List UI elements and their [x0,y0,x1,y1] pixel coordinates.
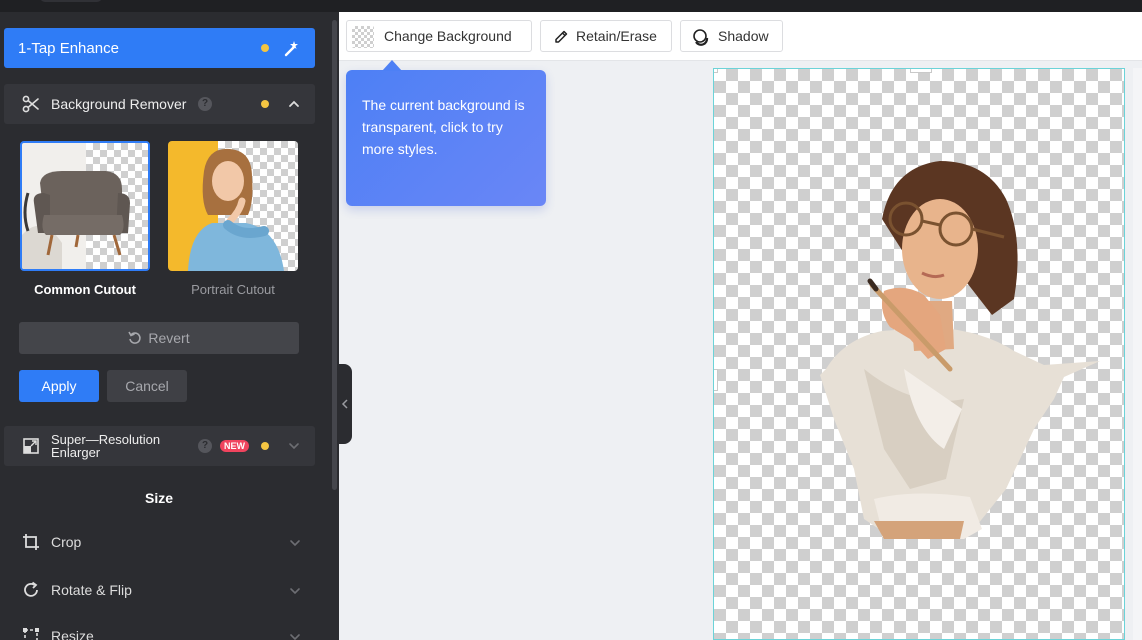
retain-erase-label: Retain/Erase [576,28,657,44]
shadow-icon [693,29,709,46]
menu-item-crop[interactable]: Crop [4,524,315,560]
portrait-cutout-thumbnail[interactable] [168,141,298,271]
chevron-left-icon [341,399,348,409]
scissors-icon [22,95,39,113]
rotate-icon [24,581,38,597]
portrait-cutout-label[interactable]: Portrait Cutout [168,282,298,297]
chevron-down-icon[interactable] [288,440,300,452]
cancel-button[interactable]: Cancel [107,370,187,402]
change-background-button[interactable]: Change Background [346,20,532,52]
crop-icon [23,534,39,550]
corner-resize-handle[interactable] [714,69,718,73]
chevron-down-icon [290,588,300,595]
change-background-label: Change Background [384,28,512,44]
crop-label: Crop [51,534,82,550]
enlarge-icon [23,438,39,454]
shadow-button[interactable]: Shadow [680,20,783,52]
editor-toolbar: Change Background Retain/Erase Shadow [339,12,1142,61]
collapse-sidebar-tab[interactable] [337,364,352,444]
common-cutout-thumbnail[interactable] [20,141,150,271]
resize-icon [23,628,39,640]
super-resolution-header[interactable]: Super—Resolution Enlarger ? NEW [4,426,315,466]
image-canvas[interactable] [713,68,1125,640]
portrait-woman-image [188,148,284,271]
help-icon[interactable]: ? [198,439,212,453]
top-bar [0,0,1142,12]
one-tap-enhance-button[interactable]: 1-Tap Enhance [4,28,315,68]
retain-erase-button[interactable]: Retain/Erase [540,20,672,52]
transparent-swatch-icon [352,26,374,48]
revert-button[interactable]: Revert [19,322,299,354]
background-remover-header[interactable]: Background Remover ? [4,84,315,124]
background-remover-label: Background Remover [51,96,187,112]
resize-label: Resize [51,628,94,640]
chevron-down-icon [290,540,300,547]
chevron-down-icon [290,634,300,640]
pencil-icon [555,30,568,43]
status-dot [261,442,269,450]
cutout-woman-image [820,161,1100,539]
common-cutout-label[interactable]: Common Cutout [20,282,150,297]
top-bar-pill [40,0,102,2]
top-resize-handle[interactable] [910,69,932,73]
tooltip-text: The current background is transparent, c… [362,97,525,157]
shadow-label: Shadow [718,28,769,44]
armchair-image [22,171,130,269]
menu-item-resize[interactable]: Resize [4,618,315,640]
background-tooltip: The current background is transparent, c… [346,60,546,206]
new-badge: NEW [220,440,249,452]
magic-wand-icon [284,41,298,57]
apply-button[interactable]: Apply [19,370,99,402]
chevron-up-icon[interactable] [288,98,300,110]
size-section-title: Size [144,490,173,506]
menu-item-rotate-flip[interactable]: Rotate & Flip [4,572,315,608]
status-dot [261,44,269,52]
sidebar: 1-Tap Enhance Background Remover ? Commo… [0,12,339,640]
canvas-scrollbar[interactable] [1133,68,1142,640]
left-resize-handle[interactable] [714,369,718,391]
one-tap-enhance-label: 1-Tap Enhance [18,39,119,57]
rotate-flip-label: Rotate & Flip [51,582,132,598]
help-icon[interactable]: ? [198,97,212,111]
super-resolution-label: Super—Resolution Enlarger [51,432,161,460]
revert-icon [128,331,142,344]
status-dot [261,100,269,108]
revert-label: Revert [148,330,190,346]
